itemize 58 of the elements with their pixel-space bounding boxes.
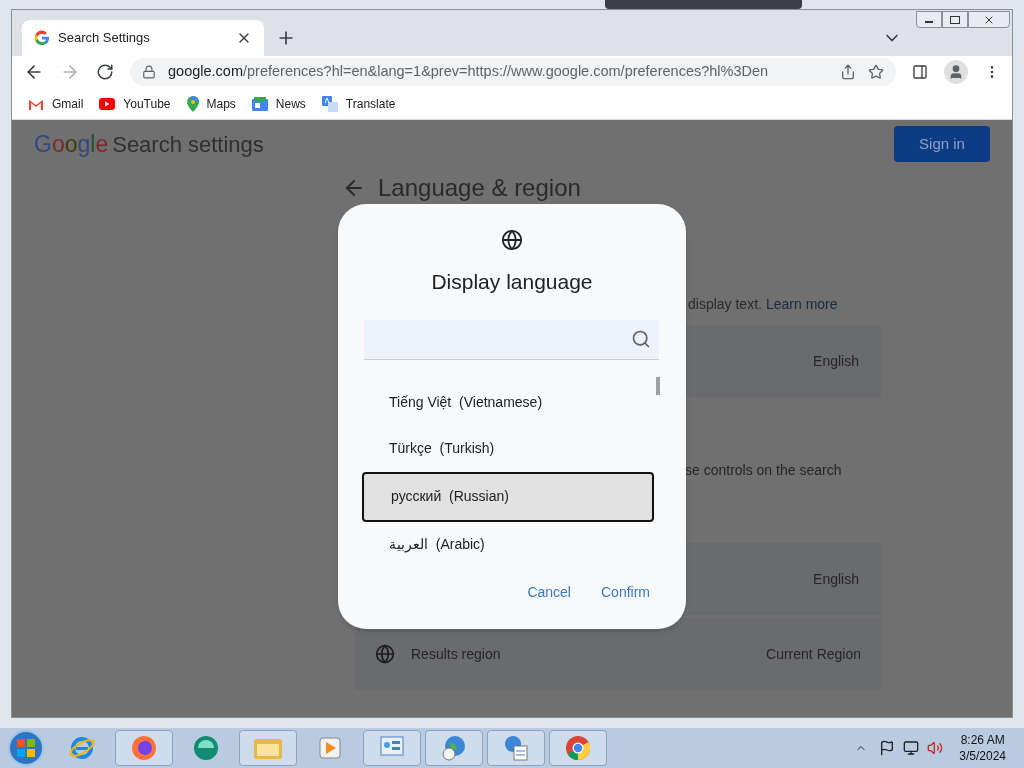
translate-icon — [321, 95, 338, 112]
url-text: google.com/preferences?hl=en&lang=1&prev=https://www.google.com/preferences?hl%3Den — [168, 62, 770, 82]
language-option[interactable]: русский (Russian) — [362, 471, 654, 522]
start-button[interactable] — [8, 730, 44, 766]
bookmark-item[interactable]: Maps — [186, 94, 236, 113]
bookmark-star-icon[interactable] — [868, 64, 884, 80]
mail-icon — [28, 97, 44, 110]
clock-time: 8:26 AM — [960, 732, 1005, 748]
globe-clock-icon[interactable] — [425, 730, 483, 766]
control-panel-icon[interactable] — [363, 730, 421, 766]
share-icon[interactable] — [840, 64, 856, 80]
search-field[interactable] — [364, 319, 659, 360]
description-text: se controls on the search — [685, 460, 842, 480]
google-favicon-icon — [34, 30, 50, 46]
reload-icon[interactable] — [96, 63, 114, 81]
firefox-icon[interactable] — [115, 730, 173, 766]
description-text: display text. — [688, 295, 762, 314]
muted-volume-icon[interactable] — [927, 740, 944, 756]
side-panel-icon[interactable] — [912, 64, 928, 80]
dialog-button[interactable]: Confirm — [601, 581, 650, 603]
browser-tab[interactable]: Search Settings — [22, 20, 264, 56]
page-title: Search settings — [112, 130, 264, 159]
bookmark-item[interactable]: Gmail — [28, 94, 84, 113]
setting-value: Current Region — [766, 644, 861, 664]
network-checklist-icon[interactable] — [487, 730, 545, 766]
flag-icon[interactable] — [879, 740, 896, 756]
bookmark-item[interactable]: News — [251, 94, 306, 113]
language-option[interactable]: Türkçe (Turkish) — [362, 425, 654, 472]
maximize-button[interactable] — [942, 11, 968, 28]
google-logo: Google — [34, 129, 109, 159]
clock[interactable]: 8:26 AM 3/5/2024 — [959, 732, 1006, 764]
lock-icon — [142, 65, 156, 79]
bookmark-item[interactable]: YouTube — [99, 94, 171, 113]
play-icon — [99, 97, 116, 110]
windows-logo-icon — [16, 738, 36, 758]
globe-icon — [501, 229, 523, 251]
setting-value: English — [813, 569, 859, 589]
language-option[interactable]: العربية (Arabic) — [362, 521, 654, 568]
bookmark-item[interactable]: Translate — [321, 94, 396, 113]
profile-icon[interactable] — [944, 60, 968, 84]
clock-date: 3/5/2024 — [959, 748, 1006, 764]
minimize-button[interactable] — [916, 11, 942, 28]
map-pin-icon — [186, 95, 199, 112]
chrome-icon[interactable] — [549, 730, 607, 766]
language-option[interactable]: Tiếng Việt (Vietnamese) — [362, 379, 654, 426]
network-icon[interactable] — [903, 740, 920, 756]
address-bar[interactable]: google.com/preferences?hl=en&lang=1&prev=https://www.google.com/preferences?hl%3Den — [130, 58, 896, 86]
setting-value: English — [813, 351, 859, 371]
setting-label: Results region — [411, 644, 502, 664]
search-icon[interactable] — [631, 329, 651, 349]
globe-search-icon — [375, 644, 395, 664]
tab-title: Search Settings — [58, 29, 151, 48]
newspaper-icon — [251, 96, 268, 111]
dialog-title: Display language — [431, 269, 593, 295]
dialog-button[interactable]: Cancel — [527, 581, 571, 603]
section-heading: Language & region — [378, 176, 581, 200]
scrollbar-thumb[interactable] — [656, 376, 660, 395]
sign-in-button[interactable]: Sign in — [894, 126, 990, 162]
